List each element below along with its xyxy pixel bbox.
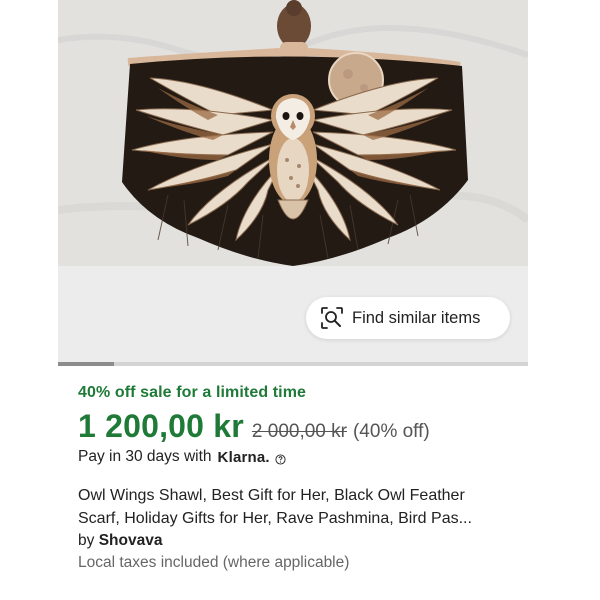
sale-banner: 40% off sale for a limited time (78, 384, 307, 401)
current-price: 1 200,00 kr (78, 408, 244, 444)
listing-title-line-2: Scarf, Holiday Gifts for Her, Rave Pashm… (78, 510, 472, 527)
listing-title[interactable]: Owl Wings Shawl, Best Gift for Her, Blac… (78, 484, 518, 530)
klarna-logo: Klarna. (217, 448, 270, 466)
shop-byline: by Shovava (78, 532, 162, 550)
listing-title-line-1: Owl Wings Shawl, Best Gift for Her, Blac… (78, 487, 465, 504)
info-icon[interactable] (275, 452, 286, 465)
taxes-note: Local taxes included (where applicable) (78, 554, 350, 571)
product-photo[interactable] (58, 0, 528, 266)
klarna-payment-note: Pay in 30 days with Klarna. (78, 448, 286, 466)
find-similar-button[interactable]: Find similar items (306, 297, 510, 339)
pay-later-text: Pay in 30 days with (78, 448, 212, 465)
find-similar-label: Find similar items (352, 308, 481, 327)
discount-percent: (40% off) (352, 421, 430, 442)
owl-shawl-illustration (58, 0, 528, 266)
gallery-scrollbar[interactable] (58, 362, 528, 366)
shop-name-link[interactable]: Shovava (99, 532, 163, 549)
price-row: 1 200,00 kr 2 000,00 kr (40% off) (78, 408, 430, 448)
original-price: 2 000,00 kr (251, 421, 347, 442)
gallery-scroll-thumb[interactable] (58, 362, 114, 366)
visual-search-icon (320, 306, 344, 330)
product-image-gallery[interactable]: Find similar items (58, 0, 528, 362)
by-prefix: by (78, 532, 95, 549)
